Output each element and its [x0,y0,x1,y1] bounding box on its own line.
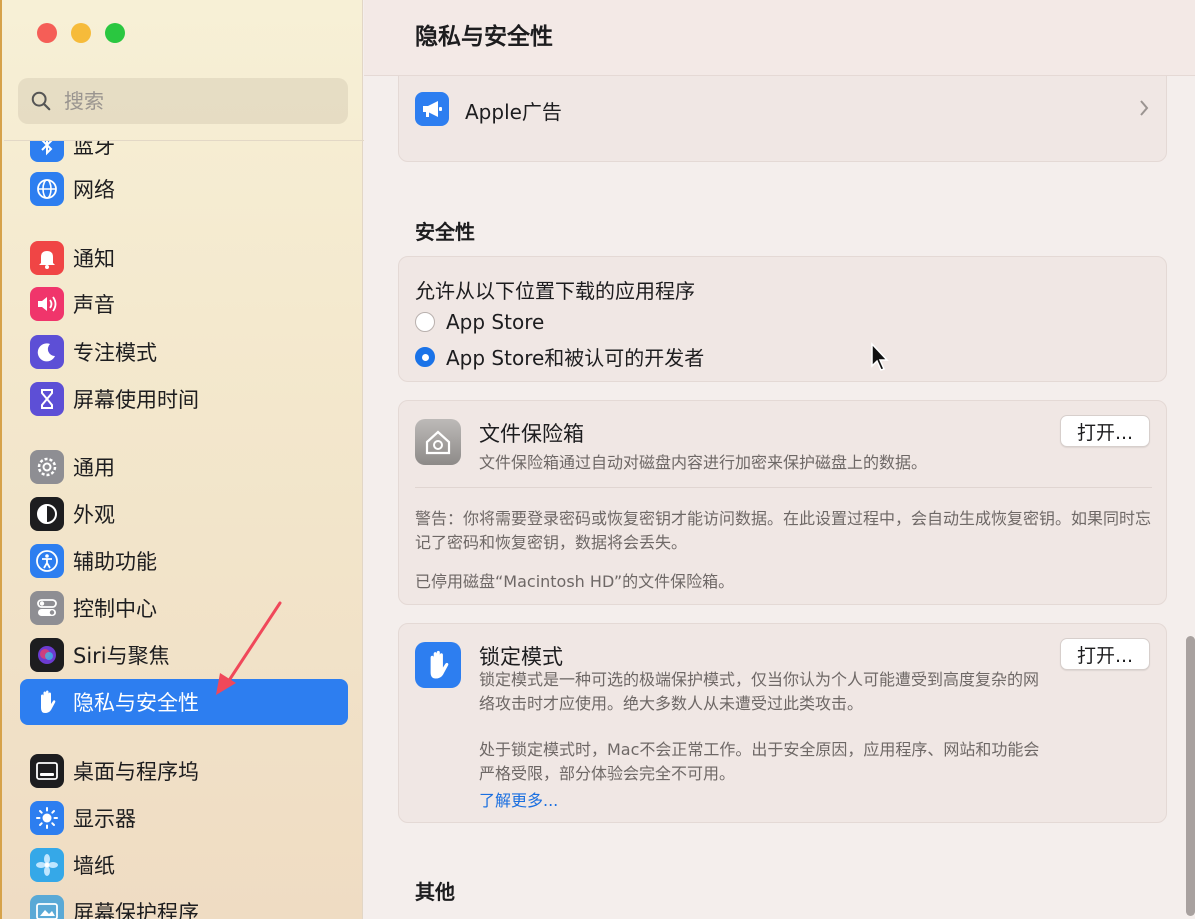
dock-icon [30,754,64,788]
megaphone-icon [415,92,449,126]
sidebar-item-label: 显示器 [73,807,136,831]
sidebar-item-label: 声音 [73,293,115,317]
sidebar-item-appearance[interactable]: 外观 [20,491,348,537]
zoom-window-button[interactable] [105,23,125,43]
sidebar-item-siri-spotlight[interactable]: Siri与聚焦 [20,632,348,678]
toggles-icon [30,591,64,625]
sidebar-item-privacy-security[interactable]: 隐私与安全性 [20,679,348,725]
sidebar-item-label: 网络 [73,178,115,202]
sidebar-item-focus[interactable]: 专注模式 [20,329,348,375]
radio-app-store[interactable]: App Store [415,310,544,334]
window-controls [37,23,125,43]
other-section-title: 其他 [415,880,455,904]
hand-icon [30,685,64,719]
sidebar-item-wallpaper[interactable]: 墙纸 [20,842,348,888]
lockdown-title: 锁定模式 [479,645,563,669]
sidebar-item-label: 屏幕保护程序 [73,901,199,919]
sidebar-item-label: 蓝牙 [73,141,115,158]
page-title: 隐私与安全性 [415,24,553,50]
download-source-card: 允许从以下位置下载的应用程序 App Store App Store和被认可的开… [398,256,1167,382]
sidebar: 蓝牙 网络 通知 声音 专注模式 [0,0,364,919]
apple-ads-card: Apple广告 [398,76,1167,162]
search-icon [31,91,51,111]
house-lock-icon [415,419,461,465]
security-section-title: 安全性 [415,220,475,244]
speaker-icon [30,287,64,321]
globe-icon [30,172,64,206]
sidebar-item-screen-time[interactable]: 屏幕使用时间 [20,376,348,422]
radio-button-selected[interactable] [415,346,435,367]
siri-icon [30,638,64,672]
sun-icon [30,801,64,835]
card-divider [415,487,1152,488]
sidebar-item-label: 辅助功能 [73,550,157,574]
screensaver-icon [30,895,64,919]
sidebar-item-bluetooth[interactable]: 蓝牙 [20,141,348,168]
sidebar-item-label: Siri与聚焦 [73,644,170,668]
filevault-warning: 警告：你将需要登录密码或恢复密钥才能访问数据。在此设置过程中，会自动生成恢复密钥… [415,509,1152,552]
main-content: Apple广告 安全性 允许从以下位置下载的应用程序 App Store App… [364,76,1195,919]
sidebar-item-displays[interactable]: 显示器 [20,795,348,841]
lockdown-open-button[interactable]: 打开... [1060,638,1150,670]
search-input[interactable] [62,88,336,114]
search-field[interactable] [18,78,348,124]
sidebar-item-label: 通用 [73,456,115,480]
window-header: 隐私与安全性 [364,0,1195,76]
sidebar-item-screen-saver[interactable]: 屏幕保护程序 [20,889,348,919]
sidebar-item-label: 通知 [73,247,115,271]
radio-app-store-identified[interactable]: App Store和被认可的开发者 [415,342,704,371]
radio-button[interactable] [415,312,435,332]
filevault-description: 文件保险箱通过自动对磁盘内容进行加密来保护磁盘上的数据。 [479,453,928,472]
sidebar-item-control-center[interactable]: 控制中心 [20,585,348,631]
apple-ads-label: Apple广告 [465,100,562,124]
mouse-cursor-icon [871,342,889,371]
lockdown-description: 锁定模式是一种可选的极端保护模式，仅当你认为个人可能遭受到高度复杂的网络攻击时才… [479,670,1040,713]
sidebar-item-label: 外观 [73,503,115,527]
sidebar-item-label: 控制中心 [73,597,157,621]
sidebar-item-notifications[interactable]: 通知 [20,235,348,281]
chevron-right-icon [1138,98,1150,122]
radio-label: App Store [446,310,545,334]
filevault-open-button[interactable]: 打开... [1060,415,1150,447]
sidebar-item-general[interactable]: 通用 [20,444,348,490]
learn-more-link[interactable]: 了解更多... [479,787,558,811]
radio-label: App Store和被认可的开发者 [446,346,705,370]
hand-icon [415,642,461,688]
sidebar-item-label: 墙纸 [73,854,115,878]
scrollbar[interactable] [1186,636,1195,916]
hourglass-icon [30,382,64,416]
filevault-status: 已停用磁盘“Macintosh HD”的文件保险箱。 [415,572,735,591]
sidebar-item-network[interactable]: 网络 [20,166,348,212]
flower-icon [30,848,64,882]
sidebar-item-accessibility[interactable]: 辅助功能 [20,538,348,584]
sidebar-item-desktop-dock[interactable]: 桌面与程序坞 [20,748,348,794]
sidebar-item-label: 屏幕使用时间 [73,388,199,412]
sidebar-item-label: 专注模式 [73,341,157,365]
accessibility-icon [30,544,64,578]
filevault-card: 文件保险箱 文件保险箱通过自动对磁盘内容进行加密来保护磁盘上的数据。 打开...… [398,400,1167,605]
bluetooth-icon [30,141,64,162]
bell-icon [30,241,64,275]
filevault-title: 文件保险箱 [479,422,584,446]
moon-icon [30,335,64,369]
annotation-arrow [216,601,282,695]
download-source-title: 允许从以下位置下载的应用程序 [415,279,695,303]
sidebar-item-label: 桌面与程序坞 [73,760,199,784]
lockdown-description-2: 处于锁定模式时，Mac不会正常工作。出于安全原因，应用程序、网站和功能会严格受限… [479,740,1040,783]
lockdown-card: 锁定模式 锁定模式是一种可选的极端保护模式，仅当你认为个人可能遭受到高度复杂的网… [398,623,1167,823]
gear-icon [30,450,64,484]
apple-ads-row[interactable]: Apple广告 [399,76,1166,162]
minimize-window-button[interactable] [71,23,91,43]
appearance-icon [30,497,64,531]
sidebar-item-label: 隐私与安全性 [73,691,199,715]
sidebar-item-sound[interactable]: 声音 [20,281,348,327]
sidebar-nav: 蓝牙 网络 通知 声音 专注模式 屏幕使用时间 通用 外观 辅助功能 控制中心 … [2,141,362,919]
close-window-button[interactable] [37,23,57,43]
